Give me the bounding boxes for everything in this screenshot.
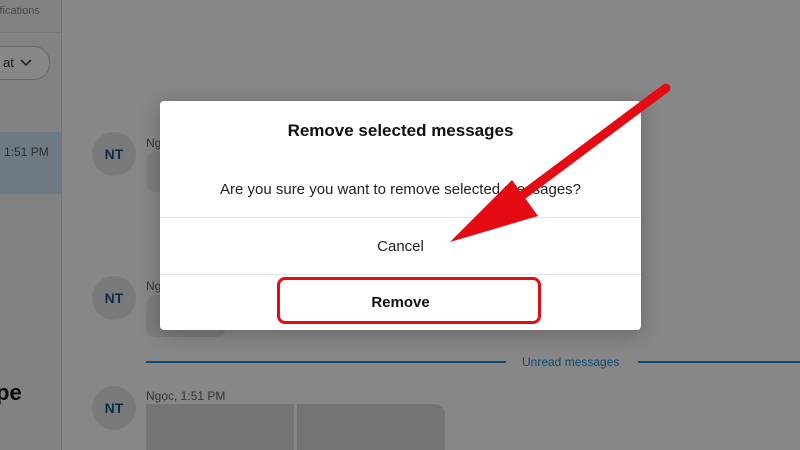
dialog-title: Remove selected messages bbox=[287, 121, 514, 140]
cancel-button[interactable]: Cancel bbox=[160, 218, 641, 274]
annotation-highlight-box bbox=[277, 277, 541, 324]
dialog-message: Are you sure you want to remove selected… bbox=[219, 181, 582, 198]
